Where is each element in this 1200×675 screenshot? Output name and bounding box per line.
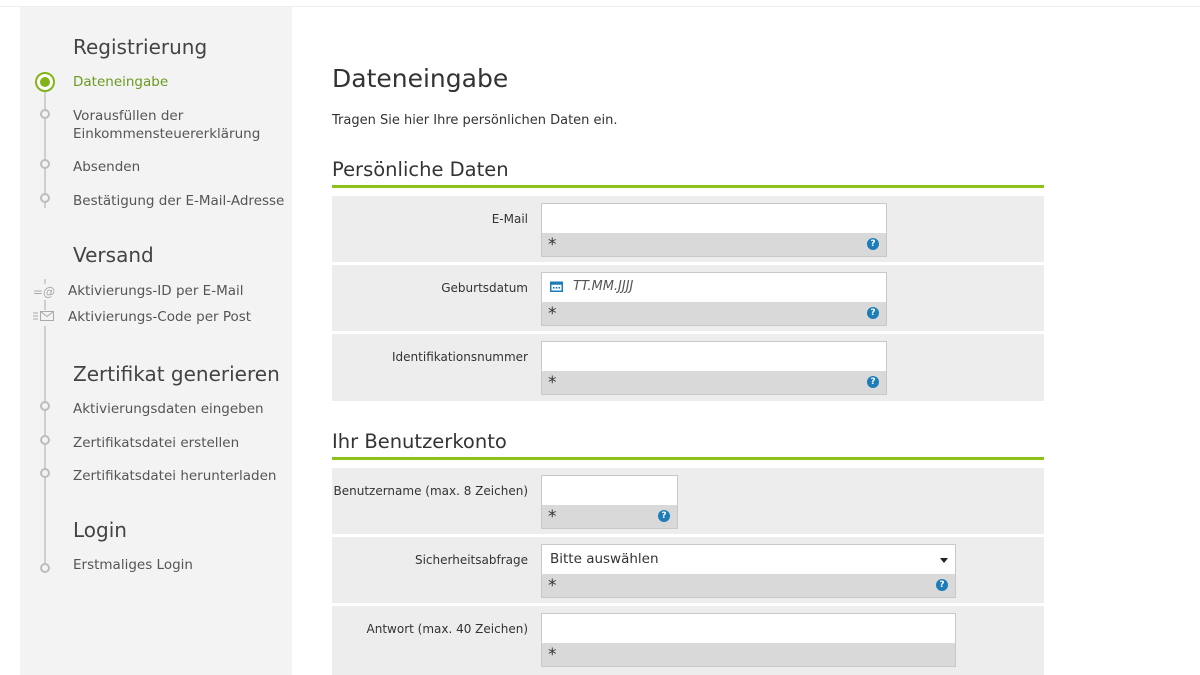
step-email-bestaetigung[interactable]: Bestätigung der E-Mail-Adresse xyxy=(73,192,284,210)
required-marker: * xyxy=(548,507,557,527)
form-row-birthdate: Geburtsdatum TT.MM.JJJJ * ? xyxy=(332,265,1044,331)
birthdate-field-group: TT.MM.JJJJ * ? xyxy=(541,272,887,326)
email-label: E-Mail xyxy=(491,212,528,226)
birthdate-placeholder: TT.MM.JJJJ xyxy=(573,279,634,294)
section-heading-personal: Persönliche Daten xyxy=(332,158,1044,188)
field-meta-bar: * ? xyxy=(541,574,956,598)
form-row-username: Benutzername (max. 8 Zeichen) * ? xyxy=(332,468,1044,534)
step-dot-icon xyxy=(40,435,50,445)
section-title-registration: Registrierung xyxy=(73,35,208,59)
shipping-option-post[interactable]: Aktivierungs-Code per Post xyxy=(68,309,251,325)
step-dot-icon xyxy=(40,563,50,573)
birthdate-label: Geburtsdatum xyxy=(441,281,528,295)
required-marker: * xyxy=(548,373,557,393)
step-dateneingabe[interactable]: Dateneingabe xyxy=(73,73,168,91)
step-zertifikatsdatei-erstellen[interactable]: Zertifikatsdatei erstellen xyxy=(73,434,239,452)
step-dot-icon xyxy=(40,109,50,119)
username-field-group: * ? xyxy=(541,475,678,529)
answer-label: Antwort (max. 40 Zeichen) xyxy=(366,622,528,636)
help-icon[interactable]: ? xyxy=(936,579,948,591)
form-row-security-question: Sicherheitsabfrage Bitte auswählen * ? xyxy=(332,537,1044,603)
help-icon[interactable]: ? xyxy=(658,510,670,522)
email-at-icon: =@ xyxy=(33,284,63,300)
section-heading-account: Ihr Benutzerkonto xyxy=(332,430,1044,460)
step-dot-icon xyxy=(40,193,50,203)
security-question-select[interactable]: Bitte auswählen xyxy=(541,544,956,574)
field-meta-bar: * ? xyxy=(541,505,678,529)
username-field[interactable] xyxy=(541,475,678,505)
birthdate-field[interactable]: TT.MM.JJJJ xyxy=(541,272,887,302)
intro-text: Tragen Sie hier Ihre persönlichen Daten … xyxy=(332,113,618,128)
step-zertifikatsdatei-herunterladen[interactable]: Zertifikatsdatei herunterladen xyxy=(73,467,276,485)
active-step-icon xyxy=(35,72,55,92)
required-marker: * xyxy=(548,576,557,596)
required-marker: * xyxy=(548,235,557,255)
help-icon[interactable]: ? xyxy=(867,307,879,319)
username-label: Benutzername (max. 8 Zeichen) xyxy=(333,484,529,498)
form-row-answer: Antwort (max. 40 Zeichen) * xyxy=(332,606,1044,675)
email-field-group: * ? xyxy=(541,203,887,257)
help-icon[interactable]: ? xyxy=(867,238,879,250)
security-question-value: Bitte auswählen xyxy=(550,551,659,567)
security-question-label: Sicherheitsabfrage xyxy=(414,553,528,567)
top-border xyxy=(0,0,1200,7)
step-dot-icon xyxy=(40,159,50,169)
id-number-field-group: * ? xyxy=(541,341,887,395)
form-row-email: E-Mail * ? xyxy=(332,196,1044,262)
answer-field[interactable] xyxy=(541,613,956,643)
section-title-login: Login xyxy=(73,518,127,542)
calendar-icon[interactable] xyxy=(550,281,563,292)
section-title-certificate: Zertifikat generieren xyxy=(73,362,280,386)
step-aktivierungsdaten[interactable]: Aktivierungsdaten eingeben xyxy=(73,400,264,418)
caret-down-icon xyxy=(940,558,948,563)
help-icon[interactable]: ? xyxy=(867,376,879,388)
section-title-shipping: Versand xyxy=(73,243,154,267)
progress-rail xyxy=(44,83,46,208)
field-meta-bar: * ? xyxy=(541,233,887,257)
field-meta-bar: * ? xyxy=(541,371,887,395)
step-absenden[interactable]: Absenden xyxy=(73,158,140,176)
field-meta-bar: * xyxy=(541,643,956,667)
step-erstmaliges-login[interactable]: Erstmaliges Login xyxy=(73,556,193,574)
page-title: Dateneingabe xyxy=(332,64,509,93)
field-meta-bar: * ? xyxy=(541,302,887,326)
required-marker: * xyxy=(548,645,557,665)
security-question-field-group: Bitte auswählen * ? xyxy=(541,544,956,598)
required-marker: * xyxy=(548,304,557,324)
form-row-id-number: Identifikationsnummer * ? xyxy=(332,334,1044,401)
progress-sidebar: Registrierung Dateneingabe Vorausfüllen … xyxy=(20,7,292,675)
step-vorausfuellen[interactable]: Vorausfüllen der Einkommensteuererklärun… xyxy=(73,107,260,143)
step-dot-icon xyxy=(40,401,50,411)
answer-field-group: * xyxy=(541,613,956,667)
step-dot-icon xyxy=(40,468,50,478)
email-field[interactable] xyxy=(541,203,887,233)
shipping-option-email[interactable]: Aktivierungs-ID per E-Mail xyxy=(68,283,244,299)
id-number-label: Identifikationsnummer xyxy=(392,350,528,364)
mail-letter-icon xyxy=(33,310,63,326)
id-number-field[interactable] xyxy=(541,341,887,371)
